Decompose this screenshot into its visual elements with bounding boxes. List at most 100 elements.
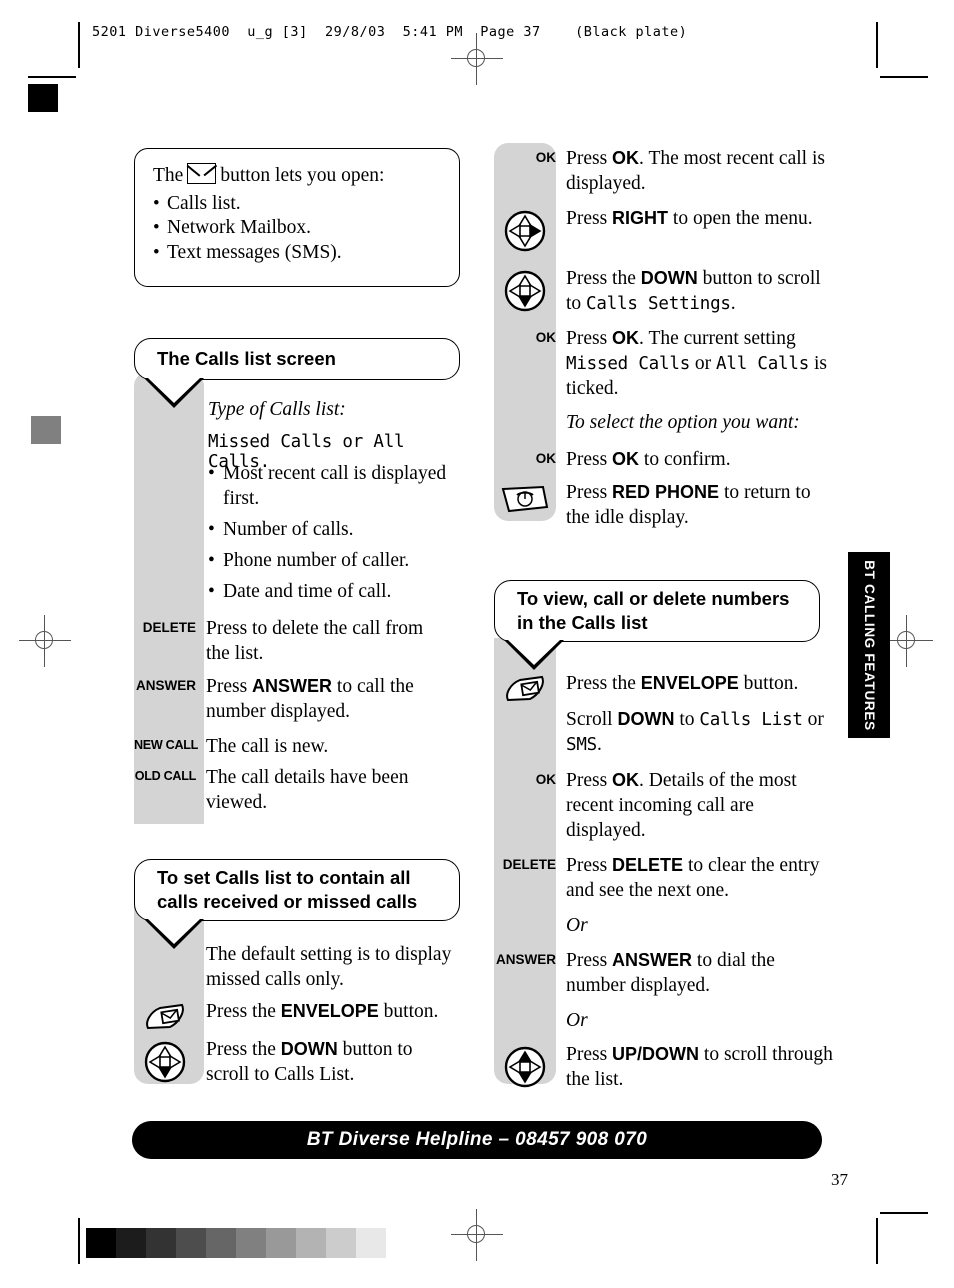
row-text: Most recent call is displayed first.: [223, 463, 447, 509]
key-label-old-call: OLD CALL: [134, 769, 197, 783]
row-text: Press UP/DOWN to scroll through the list…: [566, 1044, 833, 1090]
row-text: Press the ENVELOPE button.: [206, 1001, 439, 1022]
bullet-dot: •: [153, 217, 160, 238]
key-label-ok: OK: [535, 150, 556, 165]
crop-mark-bottom-right-horizontal: [880, 1212, 928, 1215]
bullet-dot: •: [208, 550, 215, 571]
note-item-label: Network Mailbox.: [167, 217, 312, 238]
key-label-delete: DELETE: [502, 857, 556, 872]
row-text: Press DELETE to clear the entry and see …: [566, 855, 820, 901]
crop-mark-top-left-horizontal: [28, 76, 76, 79]
row-answer-key: ANSWER Press ANSWER to call the number d…: [134, 675, 460, 725]
print-slug: 5201 Diverse5400 u_g [3] 29/8/03 5:41 PM…: [92, 24, 688, 40]
bullet-dot: •: [208, 581, 215, 602]
row-envelope-button: Press the ENVELOPE button.: [134, 1000, 460, 1032]
row-delete-clear-entry: DELETE Press DELETE to clear the entry a…: [494, 854, 834, 904]
row-text: The call is new.: [206, 736, 329, 757]
row-default-setting: The default setting is to display missed…: [134, 943, 460, 993]
key-label-delete: DELETE: [142, 620, 196, 635]
row-text: Press OK. Details of the most recent inc…: [566, 770, 797, 841]
key-label-ok: OK: [535, 772, 556, 787]
list-item: • Calls list.: [153, 192, 441, 214]
page-title: To view, call or delete numbers in the C…: [517, 588, 790, 633]
swatch: [296, 1228, 326, 1258]
row-number-of-calls: • Number of calls.: [134, 518, 460, 543]
row-or-2: Or: [494, 1010, 834, 1032]
registration-mark-top-center: [451, 33, 503, 85]
row-text: Number of calls.: [223, 519, 354, 540]
row-ok-current-setting: OK Press OK. The current setting Missed …: [494, 327, 834, 402]
row-text: Press RED PHONE to return to the idle di…: [566, 482, 811, 528]
row-old-call-key: OLD CALL The call details have been view…: [134, 766, 460, 816]
row-text: Or: [566, 915, 588, 936]
row-press-down-calls-settings: Press the DOWN button to scroll to Calls…: [494, 267, 834, 317]
row-text: Press OK. The current setting Missed Cal…: [566, 328, 827, 399]
swatch: [266, 1228, 296, 1258]
key-label-new-call: NEW CALL: [134, 738, 199, 752]
nav-updown-icon[interactable]: [503, 1045, 547, 1089]
envelope-key-icon[interactable]: [142, 1002, 188, 1032]
row-ok-most-recent: OK Press OK. The most recent call is dis…: [494, 147, 834, 197]
row-text: Press the DOWN button to scroll to Calls…: [206, 1039, 413, 1085]
key-label-answer: ANSWER: [496, 952, 556, 967]
nav-down-icon[interactable]: [143, 1040, 187, 1084]
row-text: Press the DOWN button to scroll to Calls…: [566, 268, 821, 314]
swatch: [86, 1228, 116, 1258]
nav-down-icon[interactable]: [503, 269, 547, 313]
row-or-1: Or: [494, 915, 834, 937]
crop-mark-top-left-vertical: [78, 22, 80, 68]
side-tab-label: BT CALLING FEATURES: [861, 559, 877, 731]
page-title: The Calls list screen: [157, 348, 336, 370]
note-intro-before: The: [153, 165, 184, 186]
nav-right-icon[interactable]: [503, 209, 547, 253]
bullet-dot: •: [153, 192, 160, 214]
row-new-call-key: NEW CALL The call is new.: [134, 735, 460, 760]
row-delete-key: DELETE Press to delete the call from the…: [134, 617, 460, 667]
row-text: Press the ENVELOPE button.: [566, 673, 799, 694]
envelope-key-icon[interactable]: [502, 674, 548, 704]
row-ok-details-most-recent: OK Press OK. Details of the most recent …: [494, 769, 834, 844]
row-ok-confirm: OK Press OK to confirm.: [494, 448, 834, 473]
helpline-banner: BT Diverse Helpline – 08457 908 070: [132, 1121, 822, 1159]
swatch: [176, 1228, 206, 1258]
note-item-label: Calls list.: [167, 192, 241, 214]
page-number: 37: [831, 1170, 848, 1189]
row-text: Or: [566, 1010, 588, 1031]
note-intro-after: button lets you open:: [220, 165, 385, 186]
row-red-phone-idle: Press RED PHONE to return to the idle di…: [494, 481, 834, 531]
row-down-button-scroll: Press the DOWN button to scroll to Calls…: [134, 1038, 460, 1088]
envelope-button-note-box: The button lets you open: • Calls list. • N…: [134, 148, 460, 287]
heading-set-calls-list: To set Calls list to contain all calls r…: [134, 859, 460, 921]
crop-mark-top-right-horizontal: [880, 76, 928, 79]
list-item: • Network Mailbox.: [153, 218, 441, 238]
swatch: [146, 1228, 176, 1258]
registration-mark-left: [19, 615, 71, 667]
side-tab-bt-calling-features: BT CALLING FEATURES: [848, 552, 890, 738]
swatch: [236, 1228, 266, 1258]
row-text: Press ANSWER to dial the number displaye…: [566, 950, 775, 996]
row-text: Phone number of caller.: [223, 550, 410, 571]
gray-registration-square: [31, 416, 61, 444]
row-updown-scroll: Press UP/DOWN to scroll through the list…: [494, 1043, 834, 1093]
row-phone-number-of-caller: • Phone number of caller.: [134, 549, 460, 574]
envelope-icon: [187, 163, 217, 184]
row-text: Press OK to confirm.: [566, 449, 731, 470]
red-phone-icon[interactable]: [499, 483, 551, 515]
row-text: Press RIGHT to open the menu.: [566, 208, 813, 229]
row-press-right: Press RIGHT to open the menu.: [494, 207, 834, 253]
list-item: • Text messages (SMS).: [153, 241, 441, 263]
bullet-dot: •: [208, 463, 215, 484]
swatch: [116, 1228, 146, 1258]
row-envelope-button-2: Press the ENVELOPE button.: [494, 672, 834, 704]
crop-mark-top-right-vertical: [876, 22, 878, 68]
row-text: To select the option you want:: [566, 412, 800, 433]
crop-mark-bottom-left-vertical: [78, 1218, 80, 1264]
row-text: Type of Calls list:: [208, 399, 346, 420]
grayscale-calibration-strip: [86, 1228, 386, 1258]
note-item-label: Text messages (SMS).: [167, 241, 342, 263]
black-registration-square: [28, 84, 58, 112]
key-label-ok: OK: [535, 451, 556, 466]
heading-view-call-delete: To view, call or delete numbers in the C…: [494, 580, 820, 642]
registration-mark-bottom-center: [451, 1209, 503, 1261]
key-label-ok: OK: [535, 330, 556, 345]
